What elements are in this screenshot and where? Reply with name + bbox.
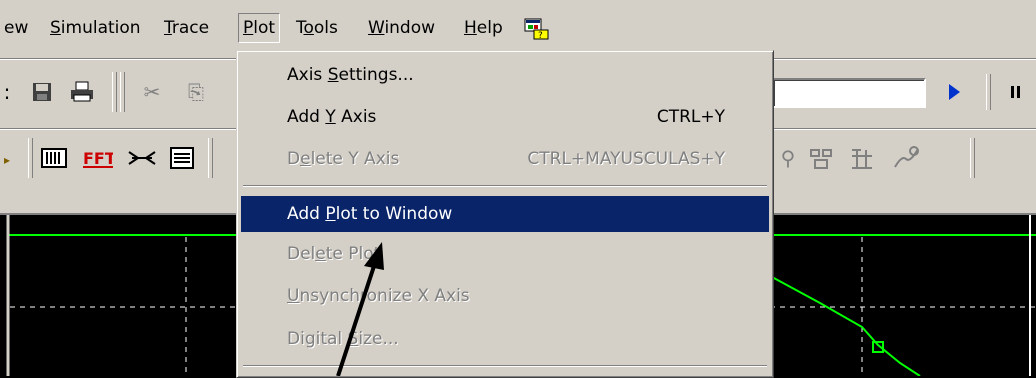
trace-curve: [771, 276, 921, 376]
plot-menu-dropdown: Axis Settings... Add Y Axis CTRL+Y Delet…: [236, 50, 774, 378]
menu-window[interactable]: Window: [364, 14, 439, 42]
menu-view[interactable]: ew: [0, 14, 32, 42]
menu-item-add-plot-to-window[interactable]: Add Plot to Window: [241, 196, 769, 232]
shortcut-delete-y-axis: CTRL+MAYUSCULAS+Y: [527, 149, 725, 169]
print-icon[interactable]: [66, 76, 98, 108]
list-icon[interactable]: [166, 142, 198, 174]
markers-icon[interactable]: [126, 142, 158, 174]
context-help-icon[interactable]: ?: [524, 16, 550, 41]
shortcut-add-y-axis: CTRL+Y: [656, 107, 725, 127]
copy-icon[interactable]: ⎘: [180, 76, 212, 108]
bars-icon[interactable]: [38, 142, 70, 174]
fft-icon[interactable]: FFT: [82, 142, 114, 174]
plot-tools-icon[interactable]: [806, 142, 838, 174]
window-icon[interactable]: [846, 142, 878, 174]
menu-separator: [243, 185, 767, 187]
svg-text:?: ?: [538, 31, 543, 40]
annotation-arrow-icon: [336, 242, 384, 376]
run-icon[interactable]: [938, 76, 970, 108]
menu-item-add-y-axis[interactable]: Add Y Axis CTRL+Y: [241, 99, 769, 135]
menu-simulation[interactable]: Simulation: [46, 14, 145, 42]
menu-trace[interactable]: Trace: [160, 14, 213, 42]
toolbar-overflow-icon[interactable]: :: [0, 76, 14, 108]
menu-item-axis-settings[interactable]: Axis Settings...: [241, 57, 769, 93]
menu-help[interactable]: Help: [460, 14, 507, 42]
cut-icon[interactable]: ✂: [136, 76, 168, 108]
binoculars-icon[interactable]: ⚲: [772, 142, 804, 174]
menu-item-delete-y-axis[interactable]: Delete Y Axis CTRL+MAYUSCULAS+Y: [241, 141, 769, 177]
pause-icon[interactable]: [1000, 76, 1032, 108]
simulation-profile-combo[interactable]: [772, 78, 926, 108]
menu-plot[interactable]: Plot: [238, 13, 281, 43]
menu-tools[interactable]: Tools: [292, 14, 342, 42]
toolbar-overflow-icon-2[interactable]: ▸: [0, 144, 14, 176]
save-icon[interactable]: [26, 76, 58, 108]
svg-text:FFT: FFT: [83, 149, 113, 168]
xy-icon[interactable]: [890, 142, 922, 174]
